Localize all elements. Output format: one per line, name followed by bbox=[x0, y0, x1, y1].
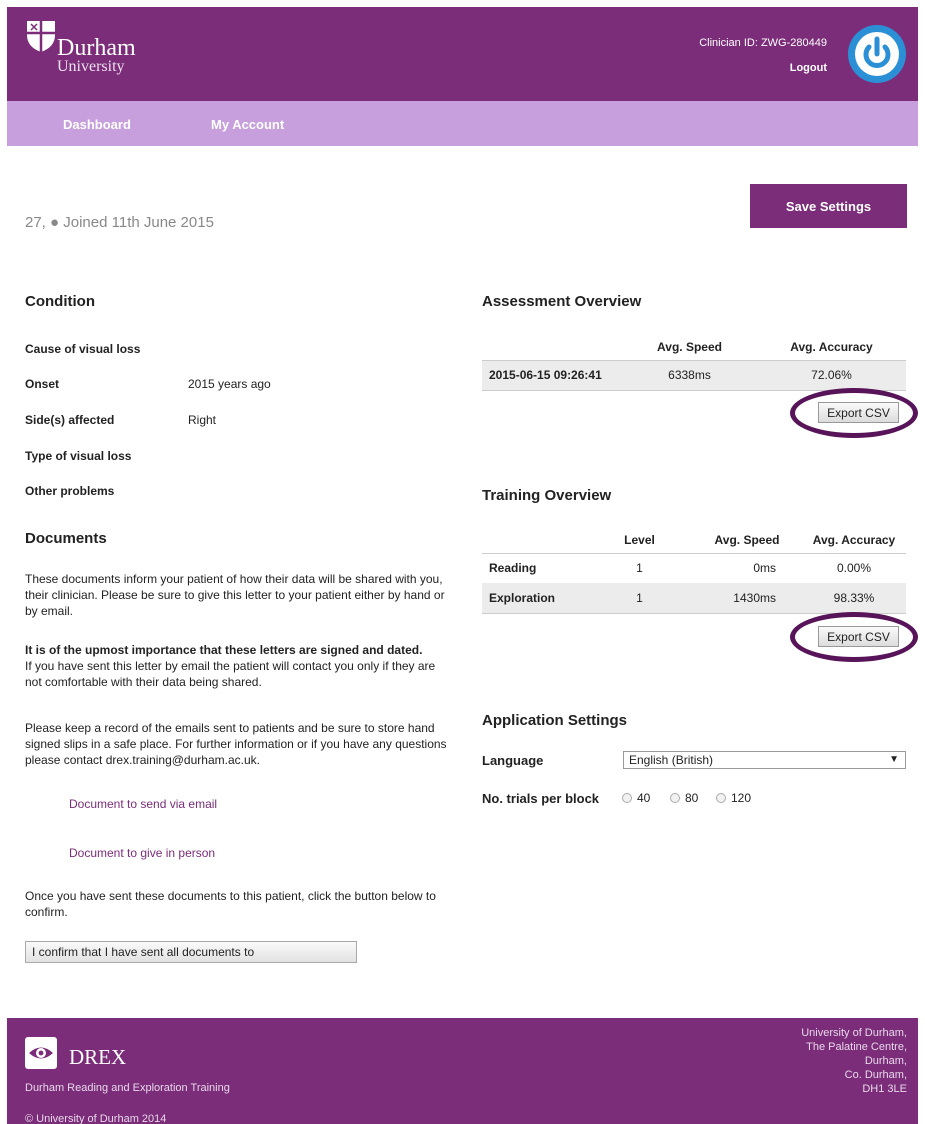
onset-label: Onset bbox=[25, 377, 60, 391]
document-email-link[interactable]: Document to send via email bbox=[69, 797, 217, 811]
save-settings-button[interactable]: Save Settings bbox=[750, 184, 907, 228]
language-select[interactable]: English (British) ▼ bbox=[623, 751, 906, 769]
address-line: Co. Durham, bbox=[844, 1069, 907, 1081]
durham-shield-icon bbox=[27, 21, 55, 52]
trials-option-40[interactable]: 40 bbox=[622, 791, 650, 805]
side-label: Side(s) affected bbox=[25, 413, 115, 427]
column-header: Avg. Accuracy bbox=[757, 334, 906, 361]
site-footer: DREX Durham Reading and Exploration Trai… bbox=[7, 1018, 918, 1124]
table-row: Reading 1 0ms 0.00% bbox=[482, 553, 906, 583]
dropdown-arrow-icon: ▼ bbox=[889, 754, 899, 765]
table-row: Exploration 1 1430ms 98.33% bbox=[482, 583, 906, 614]
language-label: Language bbox=[482, 753, 544, 768]
column-header: Avg. Accuracy bbox=[802, 527, 906, 554]
table-header-row: Level Avg. Speed Avg. Accuracy bbox=[482, 527, 906, 554]
documents-intro: These documents inform your patient of h… bbox=[25, 572, 445, 618]
assessment-export-csv-button[interactable]: Export CSV bbox=[818, 402, 899, 423]
onset-value: 2015 years ago bbox=[188, 377, 271, 391]
column-header bbox=[482, 334, 622, 361]
table-row: 2015-06-15 09:26:41 6338ms 72.06% bbox=[482, 360, 906, 391]
column-header: Level bbox=[587, 527, 692, 554]
address-line: DH1 3LE bbox=[862, 1083, 907, 1095]
trials-option-80[interactable]: 80 bbox=[670, 791, 698, 805]
documents-record: Please keep a record of the emails sent … bbox=[25, 721, 447, 767]
training-table: Level Avg. Speed Avg. Accuracy Reading 1… bbox=[482, 527, 906, 614]
table-cell: Reading bbox=[489, 561, 537, 576]
site-header: Durham University Clinician ID: ZWG-2804… bbox=[7, 7, 918, 101]
table-cell: 2015-06-15 09:26:41 bbox=[482, 360, 622, 391]
footer-address: University of Durham, The Palatine Centr… bbox=[801, 1026, 907, 1096]
table-cell: 1 bbox=[636, 561, 643, 576]
confirm-documents-button[interactable]: I confirm that I have sent all documents… bbox=[25, 941, 357, 963]
document-in-person-link[interactable]: Document to give in person bbox=[69, 846, 215, 860]
importance-bold: It is of the upmost importance that thes… bbox=[25, 643, 423, 657]
importance-rest: If you have sent this letter by email th… bbox=[25, 659, 436, 689]
nav-my-account[interactable]: My Account bbox=[211, 117, 284, 132]
training-heading: Training Overview bbox=[482, 487, 612, 504]
power-icon[interactable] bbox=[848, 25, 906, 83]
radio-label: 80 bbox=[685, 791, 699, 805]
footer-copyright: © University of Durham 2014 bbox=[25, 1113, 167, 1124]
cause-label: Cause of visual loss bbox=[25, 342, 141, 356]
main-nav: Dashboard My Account bbox=[7, 101, 918, 146]
trials-label: No. trials per block bbox=[482, 791, 600, 806]
documents-heading: Documents bbox=[25, 530, 107, 547]
table-cell: 0ms bbox=[753, 561, 776, 576]
radio-icon[interactable] bbox=[622, 793, 632, 803]
address-line: University of Durham, bbox=[801, 1027, 907, 1039]
nav-dashboard[interactable]: Dashboard bbox=[63, 117, 131, 132]
power-symbol-icon bbox=[855, 32, 899, 76]
table-header-row: Avg. Speed Avg. Accuracy bbox=[482, 334, 906, 361]
documents-importance: It is of the upmost importance that thes… bbox=[25, 642, 455, 690]
drex-brand: DREX bbox=[69, 1045, 127, 1069]
table-cell: Exploration bbox=[482, 583, 587, 614]
settings-heading: Application Settings bbox=[482, 712, 628, 729]
table-cell: 6338ms bbox=[622, 360, 757, 391]
language-value: English (British) bbox=[629, 753, 714, 767]
training-export-csv-button[interactable]: Export CSV bbox=[818, 626, 899, 647]
table-cell: 1 bbox=[587, 583, 692, 614]
address-line: The Palatine Centre, bbox=[806, 1041, 907, 1053]
column-header: Avg. Speed bbox=[692, 527, 802, 554]
radio-label: 40 bbox=[637, 791, 651, 805]
column-header bbox=[482, 527, 587, 554]
assessment-heading: Assessment Overview bbox=[482, 293, 642, 310]
drex-eye-icon bbox=[25, 1037, 57, 1069]
radio-label: 120 bbox=[731, 791, 752, 805]
logo-subtitle: University bbox=[57, 58, 125, 75]
table-cell: 0.00% bbox=[836, 561, 872, 576]
column-header: Avg. Speed bbox=[622, 334, 757, 361]
logout-link[interactable]: Logout bbox=[747, 62, 827, 74]
radio-icon[interactable] bbox=[670, 793, 680, 803]
patient-joined: 27, ● Joined 11th June 2015 bbox=[25, 214, 214, 231]
logo-name: Durham bbox=[57, 35, 136, 61]
clinician-id: Clinician ID: ZWG-280449 bbox=[699, 37, 827, 49]
trials-option-120[interactable]: 120 bbox=[716, 791, 751, 805]
table-cell: 1430ms bbox=[692, 583, 802, 614]
other-problems-label: Other problems bbox=[25, 484, 115, 498]
address-line: Durham, bbox=[864, 1055, 907, 1067]
side-value: Right bbox=[188, 413, 217, 427]
condition-heading: Condition bbox=[25, 293, 95, 310]
footer-tagline: Durham Reading and Exploration Training bbox=[25, 1082, 230, 1094]
assessment-table: Avg. Speed Avg. Accuracy 2015-06-15 09:2… bbox=[482, 334, 906, 391]
type-label: Type of visual loss bbox=[25, 449, 132, 463]
table-cell: 98.33% bbox=[802, 583, 906, 614]
documents-confirm-text: Once you have sent these documents to th… bbox=[25, 889, 436, 919]
radio-icon[interactable] bbox=[716, 793, 726, 803]
table-cell: 72.06% bbox=[757, 360, 906, 391]
